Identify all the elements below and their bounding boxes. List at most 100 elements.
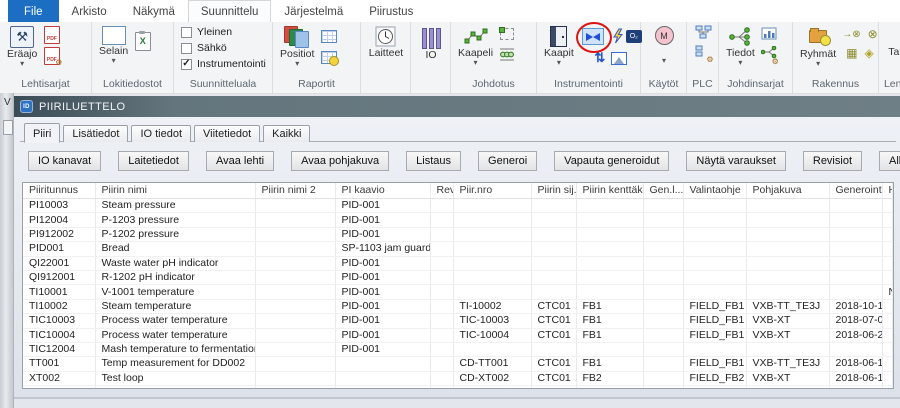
cell[interactable]: Temp measurement for DD002 — [95, 357, 255, 371]
cell[interactable] — [746, 256, 829, 270]
cell[interactable]: CD-XT002 — [453, 371, 531, 385]
cell[interactable]: FIELD_FB2 — [683, 371, 746, 385]
cell[interactable] — [255, 314, 335, 328]
cell[interactable] — [255, 386, 335, 389]
cell[interactable] — [829, 213, 882, 227]
cell[interactable] — [882, 357, 893, 371]
checkbox-checked-icon[interactable]: ✓ — [181, 59, 192, 70]
cell[interactable]: FIELD_FB1 — [683, 328, 746, 342]
cell[interactable]: 2018-06-19 — [829, 357, 882, 371]
cell[interactable]: PID-001 — [335, 213, 430, 227]
io-kanavat-button[interactable]: IO kanavat — [28, 151, 101, 171]
cell[interactable]: CTC01 — [531, 328, 576, 342]
cell[interactable]: V-1001 temperature — [95, 285, 255, 299]
cell[interactable] — [683, 342, 746, 356]
cell[interactable]: Mash temperature to fermentation — [95, 342, 255, 356]
revisiot-button[interactable]: Revisiot — [803, 151, 862, 171]
cell[interactable] — [430, 314, 453, 328]
cell[interactable] — [430, 270, 453, 284]
column-header-generointi[interactable]: Generointi... — [829, 183, 882, 199]
cell[interactable]: VXB-XT — [746, 328, 829, 342]
cell[interactable] — [882, 342, 893, 356]
cell[interactable]: Process water temperature — [95, 314, 255, 328]
cell[interactable]: PID-001 — [335, 199, 430, 213]
column-header-pohjakuva[interactable]: Pohjakuva — [746, 183, 829, 199]
table-row-ti10002[interactable]: TI10002Steam temperaturePID-001TI-10002C… — [23, 299, 893, 313]
n-yt-varaukset-button[interactable]: Näytä varaukset — [686, 151, 785, 171]
table-row-xt002[interactable]: XT002Test loopCD-XT002CTC01FB2FIELD_FB2V… — [23, 371, 893, 385]
report-table-button[interactable] — [320, 27, 337, 45]
chart-window-button[interactable] — [761, 27, 777, 40]
group-diamond-button[interactable]: ◈ — [864, 47, 873, 60]
column-header-h[interactable]: H — [882, 183, 893, 199]
cell[interactable] — [430, 199, 453, 213]
checkbox-unchecked-icon[interactable] — [181, 43, 192, 54]
cell[interactable]: Steam temperature — [95, 299, 255, 313]
docked-panel-edge[interactable]: V — [0, 93, 14, 408]
cell[interactable]: VXB-XT — [746, 314, 829, 328]
cell[interactable] — [829, 342, 882, 356]
tab-io-tiedot[interactable]: IO tiedot — [131, 125, 191, 142]
cell[interactable]: Test loop — [95, 371, 255, 385]
cell[interactable]: TIC10004 — [23, 328, 95, 342]
cell[interactable] — [531, 270, 576, 284]
group-circle-button[interactable]: ⊗ — [868, 28, 878, 41]
cell[interactable] — [255, 256, 335, 270]
column-header-piirin-nimi[interactable]: Piirin nimi — [95, 183, 255, 199]
column-header-gen-l[interactable]: Gen.l... — [643, 183, 683, 199]
cell[interactable] — [453, 256, 531, 270]
cell[interactable] — [683, 242, 746, 256]
cell[interactable]: VXB-TT_TE3J — [746, 299, 829, 313]
cell[interactable] — [882, 242, 893, 256]
cell[interactable] — [430, 342, 453, 356]
plc-settings-button[interactable]: ⚙ — [695, 44, 712, 62]
cell[interactable]: P-1202 pressure — [95, 227, 255, 241]
cell[interactable] — [576, 270, 643, 284]
cell[interactable] — [430, 213, 453, 227]
cell[interactable] — [643, 342, 683, 356]
cell[interactable]: FB2 — [576, 371, 643, 385]
cell[interactable] — [255, 299, 335, 313]
pdf-report-button[interactable]: PDF — [43, 26, 60, 44]
table-row-pi912002[interactable]: PI912002P-1202 pressurePID-001 — [23, 227, 893, 241]
alkuper-inen-suodatin-button[interactable]: Alkuperäinen suodatin — [879, 151, 900, 171]
cell[interactable] — [531, 285, 576, 299]
cell[interactable]: 2018-10-16 — [829, 299, 882, 313]
cell[interactable] — [453, 270, 531, 284]
cell[interactable]: TI10001 — [23, 285, 95, 299]
tarkistus-button[interactable]: ✈ Tarkistus ▾ — [885, 25, 900, 65]
cell[interactable] — [829, 270, 882, 284]
cell[interactable]: 2018-06-29 — [829, 328, 882, 342]
cell[interactable] — [255, 285, 335, 299]
cell[interactable] — [829, 199, 882, 213]
table-row-pi12004[interactable]: PI12004P-1203 pressurePID-001 — [23, 213, 893, 227]
cell[interactable] — [335, 371, 430, 385]
cell[interactable] — [430, 328, 453, 342]
cell[interactable] — [430, 299, 453, 313]
cell[interactable] — [683, 213, 746, 227]
column-header-piirin-kentt-k[interactable]: Piirin kenttäk. — [576, 183, 643, 199]
cell[interactable] — [643, 256, 683, 270]
column-header-piirin-nimi-2[interactable]: Piirin nimi 2 — [255, 183, 335, 199]
table-row-ti10001[interactable]: TI10001V-1001 temperaturePID-001N — [23, 285, 893, 299]
ribbon-tab-arkisto[interactable]: Arkisto — [59, 0, 120, 22]
cell[interactable] — [683, 285, 746, 299]
table-row-pi10003[interactable]: PI10003Steam pressurePID-001 — [23, 199, 893, 213]
cell[interactable] — [430, 256, 453, 270]
cell[interactable] — [643, 357, 683, 371]
cell[interactable] — [882, 270, 893, 284]
cell[interactable] — [882, 371, 893, 385]
cell[interactable] — [576, 199, 643, 213]
cell[interactable] — [643, 227, 683, 241]
cable-route-button[interactable] — [500, 28, 514, 40]
cell[interactable]: CTC01 — [531, 314, 576, 328]
cable-bundle-icon[interactable] — [499, 48, 515, 61]
cell[interactable] — [576, 213, 643, 227]
cell[interactable]: TIC12004 — [23, 342, 95, 356]
cell[interactable]: FIELD_FB1 — [683, 314, 746, 328]
cell[interactable]: Steam pressure — [95, 199, 255, 213]
harness-settings-button[interactable]: ⚙ — [761, 46, 777, 64]
cell[interactable]: FB1 — [576, 328, 643, 342]
table-row-empty-13[interactable] — [23, 386, 893, 389]
cell[interactable] — [453, 199, 531, 213]
